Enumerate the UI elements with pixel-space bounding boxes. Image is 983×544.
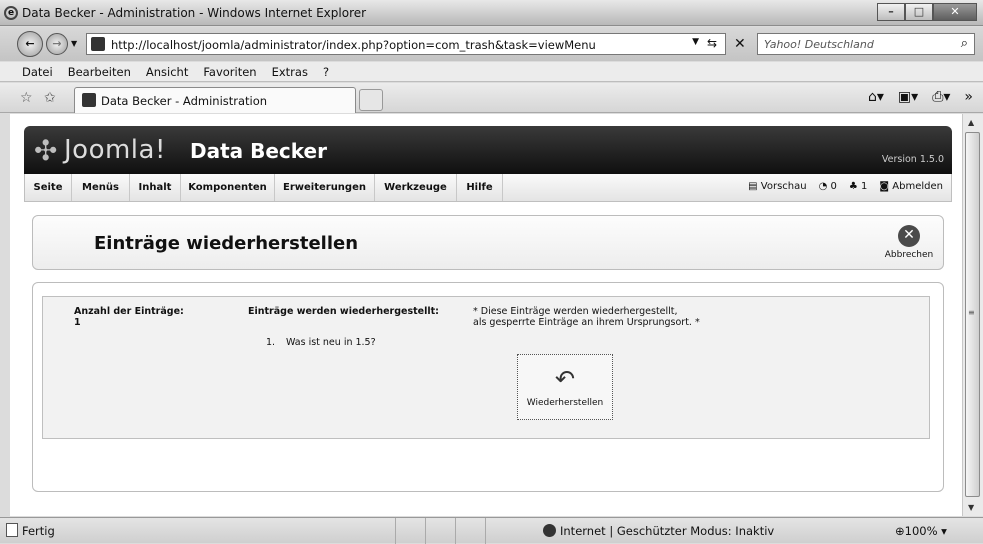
favorites-star-icon[interactable]: ☆ xyxy=(20,90,33,106)
cancel-label: Abbrechen xyxy=(884,250,934,260)
url-text[interactable]: http://localhost/joomla/administrator/in… xyxy=(111,38,596,52)
messages-link[interactable]: ◔ 0 xyxy=(819,181,837,192)
stop-button[interactable]: ✕ xyxy=(734,36,746,52)
count-value: 1 xyxy=(74,317,81,328)
internet-zone-icon xyxy=(543,524,556,537)
logout-link[interactable]: ◙ Abmelden xyxy=(879,181,943,192)
scroll-down-icon[interactable]: ▼ xyxy=(968,503,974,512)
window-titlebar: e Data Becker - Administration - Windows… xyxy=(0,0,983,26)
new-tab-button[interactable] xyxy=(359,89,383,111)
search-placeholder[interactable]: Yahoo! Deutschland xyxy=(764,38,874,51)
tab-bar: ☆ ✩ Data Becker - Administration ⌂▾ ▣▾ ⎙… xyxy=(0,83,983,113)
ie-logo-icon: e xyxy=(4,6,18,20)
version-label: Version 1.5.0 xyxy=(881,154,944,165)
item-title: Was ist neu in 1.5? xyxy=(286,337,376,348)
window-title: Data Becker - Administration - Windows I… xyxy=(22,6,367,20)
logout-icon: ◙ xyxy=(879,181,893,192)
menu-datei[interactable]: Datei xyxy=(22,62,53,81)
joomla-favicon-icon xyxy=(82,93,96,107)
menu-extras[interactable]: Extras xyxy=(272,62,308,81)
maximize-button[interactable]: □ xyxy=(905,3,933,21)
preview-link[interactable]: ▤ Vorschau xyxy=(748,181,806,192)
joomla-logo-icon: ✣ xyxy=(34,134,58,167)
menu-seite[interactable]: Seite xyxy=(25,174,72,201)
header-status-links: ▤ Vorschau ◔ 0 ♣ 1 ◙ Abmelden xyxy=(748,181,943,192)
page-title: Einträge wiederherstellen xyxy=(94,233,359,254)
print-icon[interactable]: ⎙▾ xyxy=(932,89,950,105)
joomla-header: ✣ Joomla! Data Becker Version 1.5.0 xyxy=(24,126,952,174)
preview-icon: ▤ xyxy=(748,181,761,192)
note-line-1: * Diese Einträge werden wiederhergestell… xyxy=(473,306,678,317)
menu-help[interactable]: ? xyxy=(323,62,329,81)
home-icon[interactable]: ⌂▾ xyxy=(868,89,884,105)
status-bar: Fertig Internet | Geschützter Modus: Ina… xyxy=(0,517,983,544)
menu-inhalt[interactable]: Inhalt xyxy=(130,174,181,201)
address-toolbar: ← → ▼ http://localhost/joomla/administra… xyxy=(0,27,983,61)
scroll-grip-icon: ≡ xyxy=(968,308,975,317)
cancel-icon: ✕ xyxy=(898,225,920,247)
page-content: ✣ Joomla! Data Becker Version 1.5.0 Seit… xyxy=(10,114,962,516)
zoom-level[interactable]: ⊕100% ▾ xyxy=(895,524,947,538)
joomla-logo: Joomla! xyxy=(64,135,166,165)
restore-label: Wiederherstellen xyxy=(526,398,604,408)
messages-icon: ◔ xyxy=(818,181,831,192)
history-dropdown-icon[interactable]: ▼ xyxy=(71,39,77,48)
search-box[interactable]: Yahoo! Deutschland ⌕ xyxy=(757,33,975,55)
forward-button[interactable]: → xyxy=(46,33,68,55)
chevron-more-icon[interactable]: » xyxy=(964,89,973,105)
window-controls: – □ ✕ xyxy=(877,3,977,21)
back-button[interactable]: ← xyxy=(17,31,43,57)
add-favorites-icon[interactable]: ✩ xyxy=(44,90,56,106)
menu-werkzeuge[interactable]: Werkzeuge xyxy=(375,174,457,201)
scroll-up-icon[interactable]: ▲ xyxy=(968,118,974,127)
restore-button[interactable]: ↶ Wiederherstellen xyxy=(517,354,613,420)
toolbar-box: Einträge wiederherstellen ✕ Abbrechen xyxy=(32,215,944,270)
feeds-icon[interactable]: ▣▾ xyxy=(898,89,918,105)
vertical-scrollbar[interactable]: ▲ ≡ ▼ xyxy=(962,114,983,516)
menu-favoriten[interactable]: Favoriten xyxy=(203,62,256,81)
cancel-button[interactable]: ✕ Abbrechen xyxy=(879,225,939,260)
count-label: Anzahl der Einträge: xyxy=(74,306,184,317)
tab-label: Data Becker - Administration xyxy=(101,94,268,108)
search-icon[interactable]: ⌕ xyxy=(961,36,968,51)
content-box: Anzahl der Einträge: 1 Einträge werden w… xyxy=(32,282,944,492)
joomla-favicon-icon xyxy=(91,37,105,51)
minimize-button[interactable]: – xyxy=(877,3,905,21)
menu-ansicht[interactable]: Ansicht xyxy=(146,62,188,81)
command-bar: ⌂▾ ▣▾ ⎙▾ » xyxy=(868,89,973,105)
ie-menubar: Datei Bearbeiten Ansicht Favoriten Extra… xyxy=(0,62,983,82)
menu-hilfe[interactable]: Hilfe xyxy=(457,174,503,201)
security-zone[interactable]: Internet | Geschützter Modus: Inaktiv xyxy=(560,524,774,538)
page-status-icon xyxy=(6,523,18,537)
joomla-menu: Seite Menüs Inhalt Komponenten Erweiteru… xyxy=(24,174,952,202)
status-text: Fertig xyxy=(22,524,55,538)
refresh-icon[interactable]: ⇆ xyxy=(707,36,717,50)
restore-arrow-icon: ↶ xyxy=(554,365,576,393)
close-window-button[interactable]: ✕ xyxy=(933,3,977,21)
tab-data-becker[interactable]: Data Becker - Administration xyxy=(74,87,356,113)
status-separators xyxy=(395,518,515,544)
address-bar[interactable]: http://localhost/joomla/administrator/in… xyxy=(86,33,726,55)
menu-komponenten[interactable]: Komponenten xyxy=(181,174,275,201)
note-line-2: als gesperrte Einträge an ihrem Ursprung… xyxy=(473,317,700,328)
users-link[interactable]: ♣ 1 xyxy=(849,181,868,192)
site-name: Data Becker xyxy=(190,139,327,163)
users-icon: ♣ xyxy=(848,181,862,192)
zoom-icon: ⊕ xyxy=(895,524,905,538)
menu-erweiterungen[interactable]: Erweiterungen xyxy=(275,174,375,201)
menu-menues[interactable]: Menüs xyxy=(72,174,130,201)
restored-label: Einträge werden wiederhergestellt: xyxy=(248,306,439,317)
menu-bearbeiten[interactable]: Bearbeiten xyxy=(68,62,131,81)
restore-panel: Anzahl der Einträge: 1 Einträge werden w… xyxy=(42,296,930,439)
url-dropdown-icon[interactable]: ▼ xyxy=(692,37,699,47)
item-number: 1. xyxy=(266,337,276,348)
